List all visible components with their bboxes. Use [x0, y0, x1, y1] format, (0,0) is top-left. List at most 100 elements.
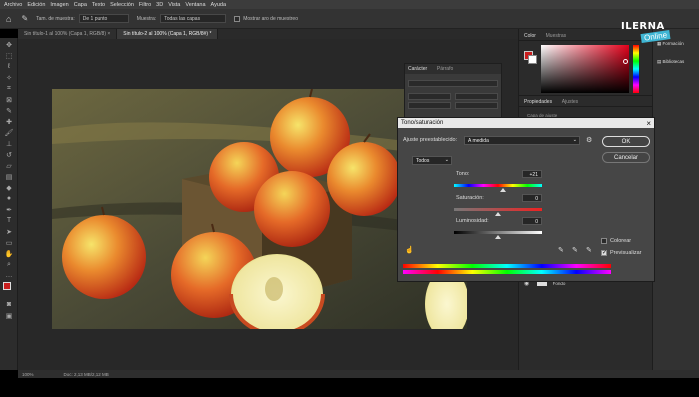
- dialog-title: Tono/saturación: [401, 120, 444, 126]
- tab-propiedades[interactable]: Propiedades: [524, 99, 552, 105]
- close-icon[interactable]: ×: [646, 119, 651, 128]
- path-selection-tool-icon[interactable]: ➤: [3, 227, 15, 236]
- bibliotecas-item[interactable]: ▤ Bibliotecas: [657, 59, 684, 65]
- hue-field[interactable]: +21: [522, 170, 542, 178]
- dodge-tool-icon[interactable]: ●: [3, 194, 15, 203]
- sample-label: Muestra:: [136, 15, 157, 22]
- sample-size-select[interactable]: De 1 punto: [78, 14, 129, 23]
- status-bar: 100% Doc: 2,13 MB/2,12 MB: [18, 370, 699, 378]
- more-tools-icon[interactable]: …: [3, 271, 15, 280]
- leading-field[interactable]: [455, 93, 498, 100]
- lightness-slider-thumb[interactable]: [495, 235, 501, 239]
- pen-tool-icon[interactable]: ✒: [3, 205, 15, 214]
- font-size-row: [408, 93, 498, 100]
- cancel-button[interactable]: Cancelar: [602, 152, 650, 163]
- menu-edicion[interactable]: Edición: [27, 2, 45, 8]
- ok-button[interactable]: OK: [602, 136, 650, 147]
- menu-archivo[interactable]: Archivo: [4, 2, 22, 8]
- document-size[interactable]: Doc: 2,13 MB/2,12 MB: [64, 372, 109, 377]
- quick-mask-icon[interactable]: ◙: [3, 300, 15, 309]
- stamp-tool-icon[interactable]: ⊥: [3, 139, 15, 148]
- tab-muestras[interactable]: Muestras: [546, 33, 567, 39]
- tracking-field[interactable]: [455, 102, 498, 109]
- hue-slider-thumb[interactable]: [499, 188, 506, 192]
- menu-imagen[interactable]: Imagen: [50, 2, 68, 8]
- brush-tool-icon[interactable]: 🖌: [3, 128, 15, 137]
- hue-label: Tono:: [456, 171, 470, 177]
- zoom-tool-icon[interactable]: ⌕: [3, 260, 15, 269]
- sample-size-label: Tam. de muestra:: [36, 15, 75, 22]
- eraser-tool-icon[interactable]: ▱: [3, 161, 15, 170]
- lasso-tool-icon[interactable]: ℓ: [3, 62, 15, 71]
- lightness-slider[interactable]: [454, 231, 542, 234]
- menu-ayuda[interactable]: Ayuda: [211, 2, 227, 8]
- gear-icon[interactable]: ⚙: [586, 136, 592, 144]
- marquee-tool-icon[interactable]: ⬚: [3, 51, 15, 60]
- dialog-title-bar: Tono/saturación ×: [398, 118, 654, 128]
- background-color-chip[interactable]: [528, 55, 537, 64]
- properties-panel-tabs: Propiedades Ajustes: [519, 95, 653, 107]
- tab-color[interactable]: Color: [524, 33, 536, 39]
- hue-slider[interactable]: [454, 184, 542, 187]
- tab-caracter[interactable]: Carácter: [408, 66, 427, 72]
- gradient-tool-icon[interactable]: ▤: [3, 172, 15, 181]
- logo-line1: ILERNA: [621, 21, 665, 32]
- eyedropper-tool-icon[interactable]: ✎: [3, 106, 15, 115]
- sample-select[interactable]: Todas las capas: [160, 14, 227, 23]
- hue-strip[interactable]: [633, 45, 639, 93]
- channel-select[interactable]: Todos ⌄: [412, 156, 452, 165]
- eyedropper-minus-icon[interactable]: ✎: [586, 246, 592, 254]
- eyedropper-icon[interactable]: ✎: [21, 14, 28, 23]
- menu-texto[interactable]: Texto: [92, 2, 105, 8]
- home-icon[interactable]: ⌂: [6, 14, 11, 24]
- hand-tool-icon[interactable]: ✋: [3, 249, 15, 258]
- menu-filtro[interactable]: Filtro: [139, 2, 151, 8]
- tracking-row: [408, 102, 498, 109]
- menu-3d[interactable]: 3D: [156, 2, 163, 8]
- color-picker-handle[interactable]: [623, 59, 628, 64]
- foreground-color-swatch[interactable]: [3, 282, 11, 290]
- screen-mode-icon[interactable]: ▣: [3, 311, 15, 320]
- tab-document-2[interactable]: Sin título-2 al 100% (Capa 1, RGB/8#) *: [117, 29, 219, 39]
- targeted-adjustment-hand-icon[interactable]: ☝: [405, 246, 414, 254]
- colorize-checkbox[interactable]: [601, 238, 607, 244]
- eyedropper-icon[interactable]: ✎: [558, 246, 564, 254]
- saturation-field[interactable]: 0: [522, 194, 542, 202]
- frame-tool-icon[interactable]: ⊠: [3, 95, 15, 104]
- color-field[interactable]: [541, 45, 629, 93]
- zoom-level[interactable]: 100%: [22, 372, 34, 377]
- history-brush-tool-icon[interactable]: ↺: [3, 150, 15, 159]
- preset-select[interactable]: A medida ⌄: [464, 136, 580, 145]
- tab-parrafo[interactable]: Párrafo: [437, 66, 453, 72]
- font-family-field[interactable]: [408, 80, 498, 87]
- blur-tool-icon[interactable]: ◆: [3, 183, 15, 192]
- tab-document-1[interactable]: Sin título-1 al 100% (Capa 1, RGB/8) ×: [18, 29, 118, 39]
- color-swatches[interactable]: [2, 282, 15, 298]
- far-right-panel: ▦ Formación ▤ Bibliotecas: [652, 29, 699, 370]
- channel-value: Todos: [416, 158, 430, 164]
- move-tool-icon[interactable]: ✥: [3, 40, 15, 49]
- menu-ventana[interactable]: Ventana: [185, 2, 205, 8]
- lightness-field[interactable]: 0: [522, 217, 542, 225]
- saturation-slider[interactable]: [454, 208, 542, 211]
- menu-capa[interactable]: Capa: [74, 2, 87, 8]
- menu-seleccion[interactable]: Selección: [110, 2, 134, 8]
- input-color-bar: [403, 264, 611, 268]
- magic-wand-tool-icon[interactable]: ✧: [3, 73, 15, 82]
- healing-brush-tool-icon[interactable]: ✚: [3, 117, 15, 126]
- tab-ajustes[interactable]: Ajustes: [562, 99, 578, 105]
- menu-vista[interactable]: Vista: [168, 2, 180, 8]
- output-color-bar: [403, 270, 611, 274]
- show-ring-checkbox[interactable]: [234, 15, 241, 22]
- shape-tool-icon[interactable]: ▭: [3, 238, 15, 247]
- saturation-label: Saturación:: [456, 195, 484, 201]
- kerning-field[interactable]: [408, 102, 451, 109]
- font-size-field[interactable]: [408, 93, 451, 100]
- preset-value: A medida: [468, 138, 489, 144]
- saturation-slider-thumb[interactable]: [495, 212, 501, 216]
- preview-checkbox[interactable]: ✓: [601, 250, 607, 256]
- eyedropper-plus-icon[interactable]: ✎: [572, 246, 578, 254]
- crop-tool-icon[interactable]: ⌗: [3, 84, 15, 93]
- type-tool-icon[interactable]: T: [3, 216, 15, 225]
- character-panel: Carácter Párrafo: [404, 63, 502, 123]
